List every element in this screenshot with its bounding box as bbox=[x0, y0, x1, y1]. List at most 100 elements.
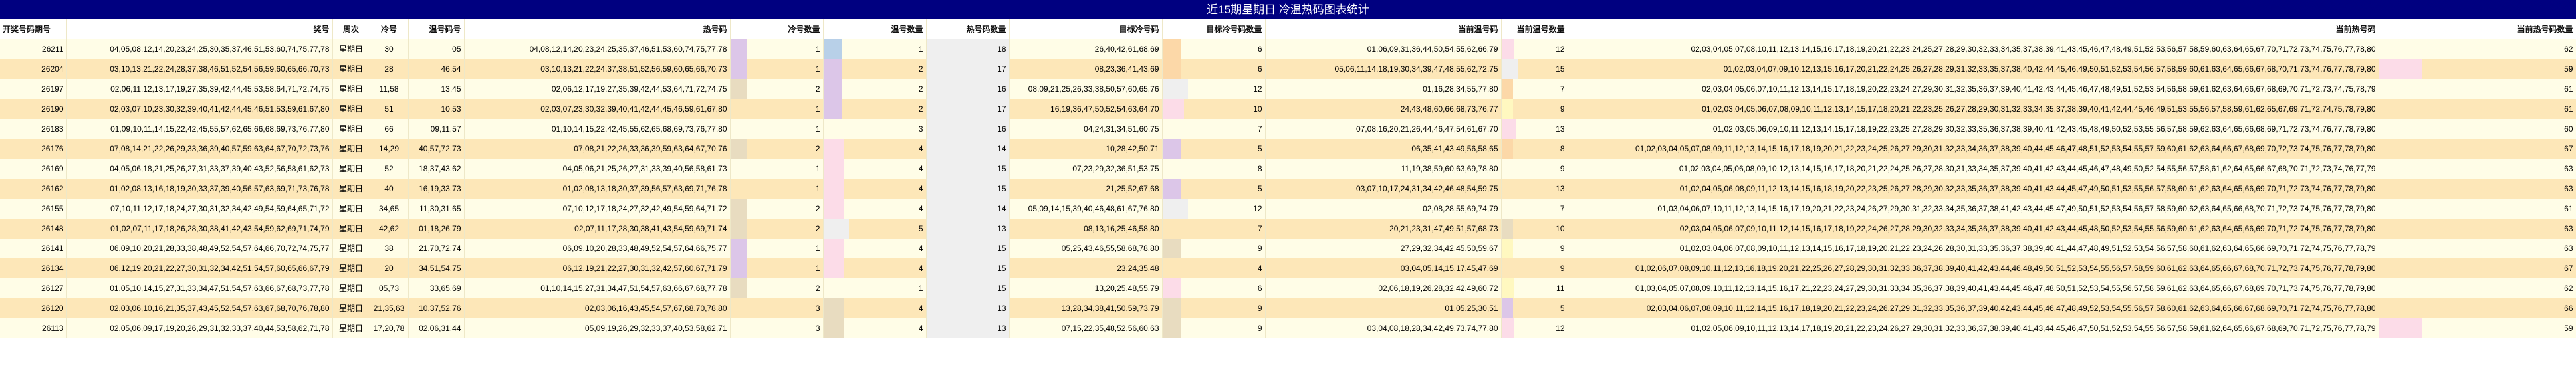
hot-count-cell: 17 bbox=[926, 59, 1010, 79]
count-value: 3 bbox=[918, 124, 923, 134]
current-warm-count-cell: 9 bbox=[1501, 258, 1568, 278]
count-value: 1 bbox=[918, 284, 923, 293]
count-value: 6 bbox=[1257, 64, 1262, 74]
warm-count-cell: 4 bbox=[823, 159, 927, 179]
current-warm-count-cell: 9 bbox=[1501, 239, 1568, 258]
count-value: 2 bbox=[918, 104, 923, 114]
count-value: 59 bbox=[2564, 324, 2573, 333]
cold-count-cell: 1 bbox=[730, 159, 824, 179]
hot-count-cell: 17 bbox=[926, 99, 1010, 119]
table-row: 26204 03,10,13,21,22,24,28,37,38,46,51,52… bbox=[0, 59, 2576, 79]
warm-cell: 10,37,52,76 bbox=[408, 298, 465, 318]
table-row: 26197 02,06,11,12,13,17,19,27,35,39,42,44… bbox=[0, 79, 2576, 99]
cold-cell: 21,35,63 bbox=[370, 298, 409, 318]
count-value: 4 bbox=[918, 324, 923, 333]
count-value: 62 bbox=[2564, 284, 2573, 293]
warm-cell: 16,19,33,73 bbox=[408, 179, 465, 199]
current-hot-count-cell: 61 bbox=[2379, 79, 2576, 99]
cold-cell: 40 bbox=[370, 179, 409, 199]
count-value: 2 bbox=[815, 144, 820, 153]
count-value: 4 bbox=[918, 164, 923, 173]
current-hot-cell: 01,02,03,05,06,09,10,11,12,13,14,15,17,1… bbox=[1568, 119, 2379, 139]
current-hot-cell: 01,02,06,07,08,09,10,11,12,13,16,18,19,2… bbox=[1568, 258, 2379, 278]
count-value: 6 bbox=[1257, 284, 1262, 293]
warm-count-cell: 5 bbox=[823, 219, 927, 239]
current-hot-cell: 01,02,03,04,05,07,08,09,11,12,13,14,15,1… bbox=[1568, 139, 2379, 159]
count-value: 1 bbox=[815, 104, 820, 114]
warm-cell: 02,06,31,44 bbox=[408, 318, 465, 338]
count-value: 15 bbox=[1556, 64, 1565, 74]
prize-cell: 02,03,06,10,16,21,35,37,43,45,52,54,57,6… bbox=[66, 298, 333, 318]
target-cold-cell: 08,13,16,25,46,58,80 bbox=[1009, 219, 1163, 239]
current-hot-cell: 02,03,04,06,07,08,09,10,11,12,14,15,16,1… bbox=[1568, 298, 2379, 318]
current-hot-count-cell: 63 bbox=[2379, 219, 2576, 239]
issue-cell: 26204 bbox=[0, 59, 67, 79]
col-current-warm-count: 当前温号数量 bbox=[1501, 19, 1568, 39]
current-warm-cell: 20,21,23,31,47,49,51,57,68,73 bbox=[1265, 219, 1502, 239]
count-value: 1 bbox=[815, 184, 820, 193]
col-cold-count: 冷号数量 bbox=[730, 19, 824, 39]
count-value: 2 bbox=[918, 64, 923, 74]
current-hot-cell: 01,02,05,06,09,10,11,12,13,14,17,18,19,2… bbox=[1568, 318, 2379, 338]
count-value: 2 bbox=[815, 224, 820, 233]
count-value: 1 bbox=[918, 45, 923, 54]
current-warm-count-cell: 15 bbox=[1501, 59, 1568, 79]
count-value: 7 bbox=[1560, 84, 1565, 94]
table-row: 26148 01,02,07,11,17,18,26,28,30,38,41,42… bbox=[0, 219, 2576, 239]
count-value: 4 bbox=[918, 184, 923, 193]
count-value: 7 bbox=[1560, 204, 1565, 213]
table-row: 26113 02,05,06,09,17,19,20,26,29,31,32,33… bbox=[0, 318, 2576, 338]
cold-cell: 28 bbox=[370, 59, 409, 79]
count-value: 67 bbox=[2564, 264, 2573, 273]
count-value: 11 bbox=[1556, 284, 1565, 293]
current-warm-cell: 07,08,16,20,21,26,44,46,47,54,61,67,70 bbox=[1265, 119, 1502, 139]
hot-cell: 07,10,12,17,18,24,27,32,42,49,54,59,64,7… bbox=[464, 199, 731, 219]
table-row: 26211 04,05,08,12,14,20,23,24,25,30,35,37… bbox=[0, 39, 2576, 59]
hot-count-cell: 13 bbox=[926, 219, 1010, 239]
current-hot-cell: 01,02,04,05,06,08,09,11,12,13,14,15,16,1… bbox=[1568, 179, 2379, 199]
week-cell: 星期日 bbox=[332, 99, 370, 119]
hot-cell: 02,03,06,16,43,45,54,57,67,68,70,78,80 bbox=[464, 298, 731, 318]
current-warm-count-cell: 7 bbox=[1501, 79, 1568, 99]
hot-cell: 01,02,08,13,18,30,37,39,56,57,63,69,71,7… bbox=[464, 179, 731, 199]
current-hot-count-cell: 67 bbox=[2379, 139, 2576, 159]
table-row: 26134 06,12,19,20,21,22,27,30,31,32,34,42… bbox=[0, 258, 2576, 278]
count-value: 67 bbox=[2564, 144, 2573, 153]
hot-count-cell: 14 bbox=[926, 139, 1010, 159]
count-value: 1 bbox=[815, 264, 820, 273]
target-cold-cell: 13,20,25,48,55,79 bbox=[1009, 278, 1163, 298]
warm-cell: 33,65,69 bbox=[408, 278, 465, 298]
current-hot-cell: 01,02,03,04,06,07,08,09,10,11,12,13,14,1… bbox=[1568, 239, 2379, 258]
cold-cell: 17,20,78 bbox=[370, 318, 409, 338]
cold-count-cell: 1 bbox=[730, 99, 824, 119]
warm-cell: 34,51,54,75 bbox=[408, 258, 465, 278]
target-cold-count-cell: 4 bbox=[1162, 258, 1266, 278]
hot-cell: 04,08,12,14,20,23,24,25,35,37,46,51,53,6… bbox=[464, 39, 731, 59]
cold-cell: 34,65 bbox=[370, 199, 409, 219]
count-value: 6 bbox=[1257, 45, 1262, 54]
week-cell: 星期日 bbox=[332, 159, 370, 179]
count-value: 1 bbox=[815, 164, 820, 173]
cold-cell: 52 bbox=[370, 159, 409, 179]
issue-cell: 26169 bbox=[0, 159, 67, 179]
warm-count-cell: 3 bbox=[823, 119, 927, 139]
hot-cell: 02,06,12,17,19,27,35,39,42,44,53,64,71,7… bbox=[464, 79, 731, 99]
col-prize: 奖号 bbox=[66, 19, 333, 39]
header-row: 开奖号码期号 奖号 周次 冷号 温号码号 热号码 冷号数量 温号数量 热号码数量… bbox=[0, 19, 2576, 39]
current-warm-count-cell: 5 bbox=[1501, 298, 1568, 318]
count-value: 3 bbox=[815, 304, 820, 313]
hot-cell: 01,10,14,15,22,42,45,55,62,65,68,69,73,7… bbox=[464, 119, 731, 139]
col-target-cold: 目标冷号码 bbox=[1009, 19, 1163, 39]
count-value: 9 bbox=[1560, 244, 1565, 253]
issue-cell: 26197 bbox=[0, 79, 67, 99]
current-hot-cell: 01,03,04,05,07,08,09,10,11,12,13,14,15,1… bbox=[1568, 278, 2379, 298]
count-value: 62 bbox=[2564, 45, 2573, 54]
target-cold-count-cell: 9 bbox=[1162, 239, 1266, 258]
count-value: 4 bbox=[918, 204, 923, 213]
warm-cell: 09,11,57 bbox=[408, 119, 465, 139]
issue-cell: 26211 bbox=[0, 39, 67, 59]
current-warm-cell: 05,06,11,14,18,19,30,34,39,47,48,55,62,7… bbox=[1265, 59, 1502, 79]
cold-cell: 66 bbox=[370, 119, 409, 139]
hot-count-cell: 18 bbox=[926, 39, 1010, 59]
cold-count-cell: 2 bbox=[730, 199, 824, 219]
